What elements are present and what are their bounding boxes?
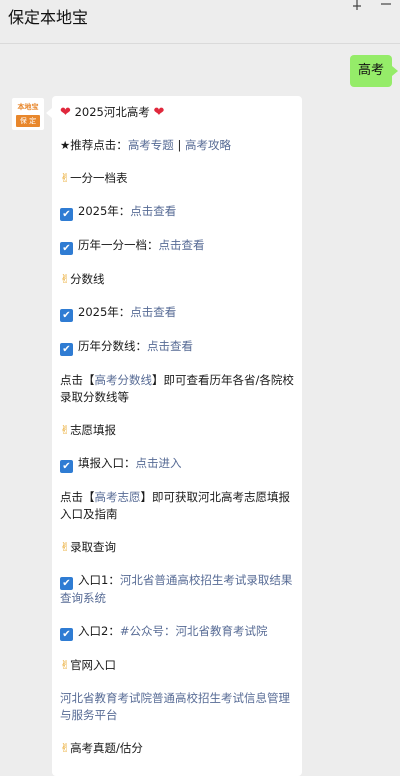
para-text: 点击【 xyxy=(60,490,95,504)
heart-icon: ❤ xyxy=(60,105,71,120)
pin-icon[interactable] xyxy=(350,0,364,10)
title-divider xyxy=(0,43,400,44)
item-label: 历年一分一档： xyxy=(78,238,159,252)
check-box-icon: ✔ xyxy=(60,208,73,221)
link-gaokao-guide[interactable]: 高考攻略 xyxy=(185,138,231,152)
section-title: 分数线 xyxy=(70,272,105,286)
minimize-icon[interactable] xyxy=(381,0,391,8)
item-label: 入口1： xyxy=(78,573,120,587)
check-box-icon: ✔ xyxy=(60,343,73,356)
check-box-icon: ✔ xyxy=(60,309,73,322)
recommend-label: ★推荐点击： xyxy=(60,138,128,152)
avatar[interactable]: 本地宝 保 定 xyxy=(12,98,44,130)
victory-hand-icon: ✌ xyxy=(60,540,71,554)
link-view[interactable]: 点击查看 xyxy=(147,339,193,353)
link-score-line[interactable]: 高考分数线 xyxy=(95,373,153,387)
list-item: 河北省教育考试院普通高校招生考试信息管理与服务平台 xyxy=(60,690,294,724)
section-heading: ✌分数线 xyxy=(60,271,294,288)
check-box-icon: ✔ xyxy=(60,460,73,473)
list-item: ✔ 2025年：点击查看 xyxy=(60,304,294,322)
check-box-icon: ✔ xyxy=(60,242,73,255)
section-heading: ✌高考真题/估分 xyxy=(60,740,294,757)
section-title: 录取查询 xyxy=(70,540,117,554)
link-view[interactable]: 点击查看 xyxy=(159,238,205,252)
section-heading: ✌志愿填报 xyxy=(60,422,294,439)
victory-hand-icon: ✌ xyxy=(60,171,71,185)
item-label: 填报入口： xyxy=(78,456,136,470)
section-heading: ✌官网入口 xyxy=(60,657,294,674)
check-box-icon: ✔ xyxy=(60,628,73,641)
paragraph: 点击【高考志愿】即可获取河北高考志愿填报入口及指南 xyxy=(60,489,294,523)
headline-text: 2025河北高考 xyxy=(74,105,150,119)
item-label: 历年分数线： xyxy=(78,339,147,353)
section-title: 志愿填报 xyxy=(70,423,117,437)
link-official-account[interactable]: #公众号：河北省教育考试院 xyxy=(120,624,268,638)
section-title: 高考真题/估分 xyxy=(70,741,143,755)
list-item: ✔ 入口1：河北省普通高校招生考试录取结果查询系统 xyxy=(60,572,294,607)
section-heading: ✌一分一档表 xyxy=(60,170,294,187)
victory-hand-icon: ✌ xyxy=(60,423,71,437)
list-item: ✔ 历年分数线：点击查看 xyxy=(60,338,294,356)
window-title: 保定本地宝 xyxy=(8,8,89,27)
link-view[interactable]: 点击查看 xyxy=(130,305,176,319)
list-item: ✔ 历年一分一档：点击查看 xyxy=(60,237,294,255)
link-gaokao-topic[interactable]: 高考专题 xyxy=(128,138,174,152)
list-item: ✔ 填报入口：点击进入 xyxy=(60,455,294,473)
victory-hand-icon: ✌ xyxy=(60,741,71,755)
paragraph: 点击【高考分数线】即可查看历年各省/各院校录取分数线等 xyxy=(60,372,294,406)
avatar-logo-text: 本地宝 xyxy=(17,103,39,111)
list-item: ✔ 入口2：#公众号：河北省教育考试院 xyxy=(60,623,294,641)
headline: ❤ 2025河北高考 ❤ xyxy=(60,104,294,121)
outgoing-message[interactable]: 高考 xyxy=(350,55,398,87)
recommend-row: ★推荐点击：高考专题 | 高考攻略 xyxy=(60,137,294,154)
check-box-icon: ✔ xyxy=(60,577,73,590)
link-enter[interactable]: 点击进入 xyxy=(136,456,182,470)
heart-icon: ❤ xyxy=(153,105,165,120)
link-volunteer[interactable]: 高考志愿 xyxy=(95,490,141,504)
list-item: ✔ 2025年：点击查看 xyxy=(60,203,294,221)
title-bar: 保定本地宝 xyxy=(0,0,400,36)
link-official-site[interactable]: 河北省教育考试院普通高校招生考试信息管理与服务平台 xyxy=(60,691,290,722)
incoming-message: ❤ 2025河北高考 ❤ ★推荐点击：高考专题 | 高考攻略 ✌一分一档表 ✔ 2… xyxy=(46,96,302,776)
item-label: 2025年： xyxy=(78,305,131,319)
item-label: 入口2： xyxy=(78,624,120,638)
item-label: 2025年： xyxy=(78,204,131,218)
victory-hand-icon: ✌ xyxy=(60,272,71,286)
section-title: 一分一档表 xyxy=(70,171,128,185)
para-text: 点击【 xyxy=(60,373,95,387)
victory-hand-icon: ✌ xyxy=(60,658,71,672)
link-view[interactable]: 点击查看 xyxy=(130,204,176,218)
separator: | xyxy=(173,138,185,152)
section-title: 官网入口 xyxy=(70,658,117,672)
avatar-city-badge: 保 定 xyxy=(16,115,40,127)
section-heading: ✌录取查询 xyxy=(60,539,294,556)
